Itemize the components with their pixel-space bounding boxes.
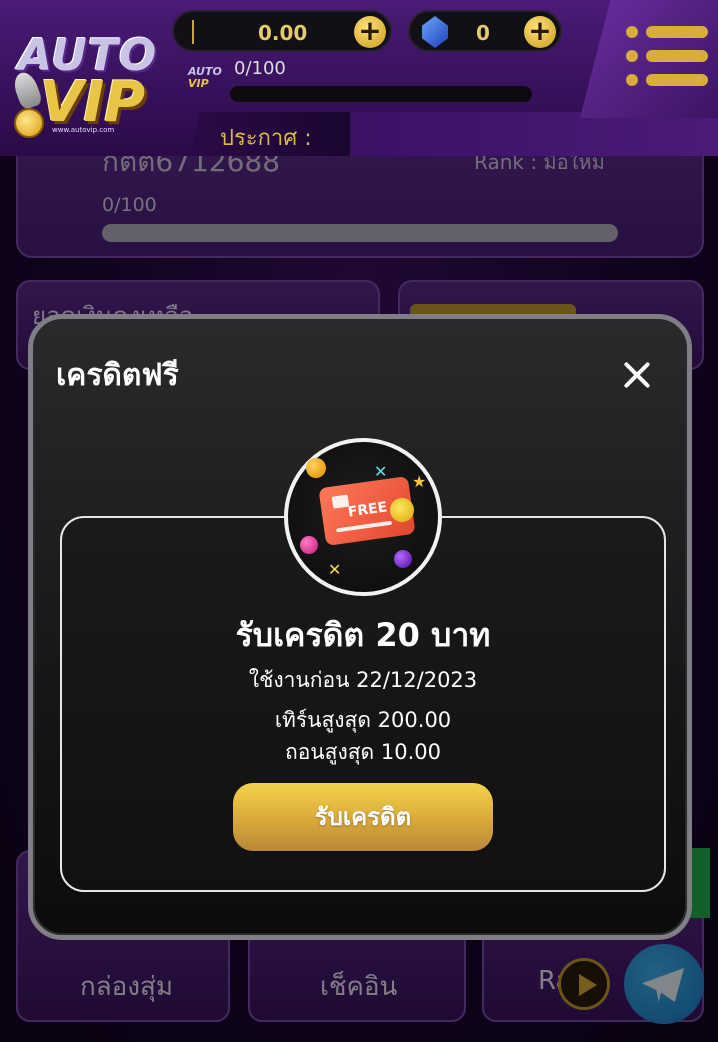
close-icon[interactable] [618,356,656,394]
logo-url: www.autovip.com [52,126,115,134]
reward-expiry: ใช้งานก่อน 22/12/2023 [248,668,478,692]
modal-title: เครดิตฟรี [56,358,179,393]
reward-max-withdraw: ถอนสูงสุด 10.00 [284,740,441,764]
star-icon: ★ [412,472,427,491]
reward-max-turnover: เทิร์นสูงสุด 200.00 [274,708,452,732]
gems-value: 0 [476,21,490,45]
gems-pill: 0 + [408,10,562,52]
announcement-label: ประกาศ : [220,126,312,151]
add-balance-button[interactable]: + [354,16,386,48]
emoji-icon [306,458,326,478]
level-progress-bar [230,86,532,102]
credit-card-free-text: FREE [346,499,389,521]
balance-pill: 0.00 + [172,10,392,52]
purple-ball-icon [394,550,412,568]
mini-logo-line2: VIP [188,77,209,90]
mini-vip-logo: AUTO VIP [188,66,222,96]
pink-ball-icon [300,536,318,554]
gold-coin-icon [390,498,414,522]
announcement-marquee [350,112,718,156]
sparkle-icon: ✕ [328,560,342,579]
reward-title: รับเครดิต 20 บาท [235,616,491,654]
top-header: AUTO VIP www.autovip.com 0.00 + 0 + AUTO… [0,0,718,156]
gem-icon [422,16,448,48]
level-progress-text: 0/100 [234,58,286,79]
balance-value: 0.00 [258,21,308,45]
claim-credit-button[interactable]: รับเครดิต [233,783,493,851]
divider [192,20,194,44]
auto-vip-logo[interactable]: AUTO VIP www.autovip.com [10,22,170,140]
coin-icon [14,108,44,138]
add-gems-button[interactable]: + [524,16,556,48]
sparkle-icon: ✕ [374,462,388,481]
